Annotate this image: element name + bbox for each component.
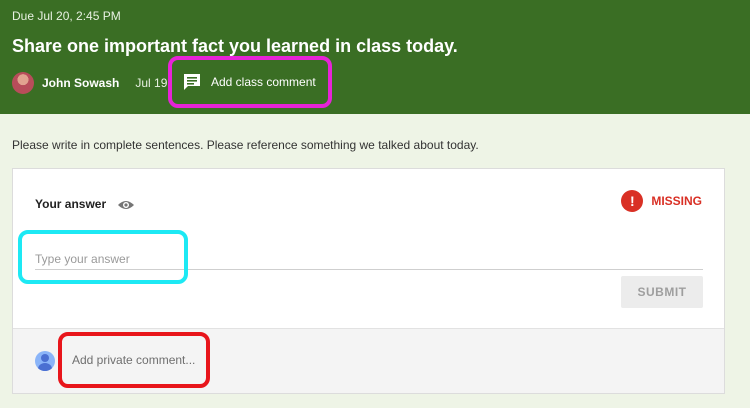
your-answer-label: Your answer [35, 197, 107, 211]
comment-icon [184, 74, 200, 90]
answer-input[interactable] [35, 249, 703, 270]
add-class-comment-label: Add class comment [211, 75, 316, 89]
assignment-meta: John Sowash Jul 19 [12, 72, 167, 94]
answer-card: Your answer ! MISSING SUBMIT [12, 168, 725, 394]
alert-circle-icon: ! [621, 190, 644, 212]
eye-icon[interactable] [117, 199, 135, 211]
assignment-header: Due Jul 20, 2:45 PM Share one important … [0, 0, 750, 114]
instructions-text: Please write in complete sentences. Plea… [12, 138, 479, 152]
add-class-comment-button[interactable]: Add class comment [168, 56, 332, 108]
due-date: Due Jul 20, 2:45 PM [12, 9, 121, 23]
assignment-title: Share one important fact you learned in … [12, 36, 458, 56]
user-avatar-icon [35, 351, 55, 371]
posted-date: Jul 19 [135, 76, 168, 90]
submit-button[interactable]: SUBMIT [621, 276, 703, 308]
status-badge: ! MISSING [621, 190, 702, 212]
private-comment-section [13, 328, 724, 393]
private-comment-highlight-box [58, 332, 210, 388]
private-comment-input[interactable] [72, 353, 206, 367]
status-label: MISSING [651, 194, 702, 208]
author-name: John Sowash [42, 76, 120, 90]
author-avatar [12, 72, 34, 94]
